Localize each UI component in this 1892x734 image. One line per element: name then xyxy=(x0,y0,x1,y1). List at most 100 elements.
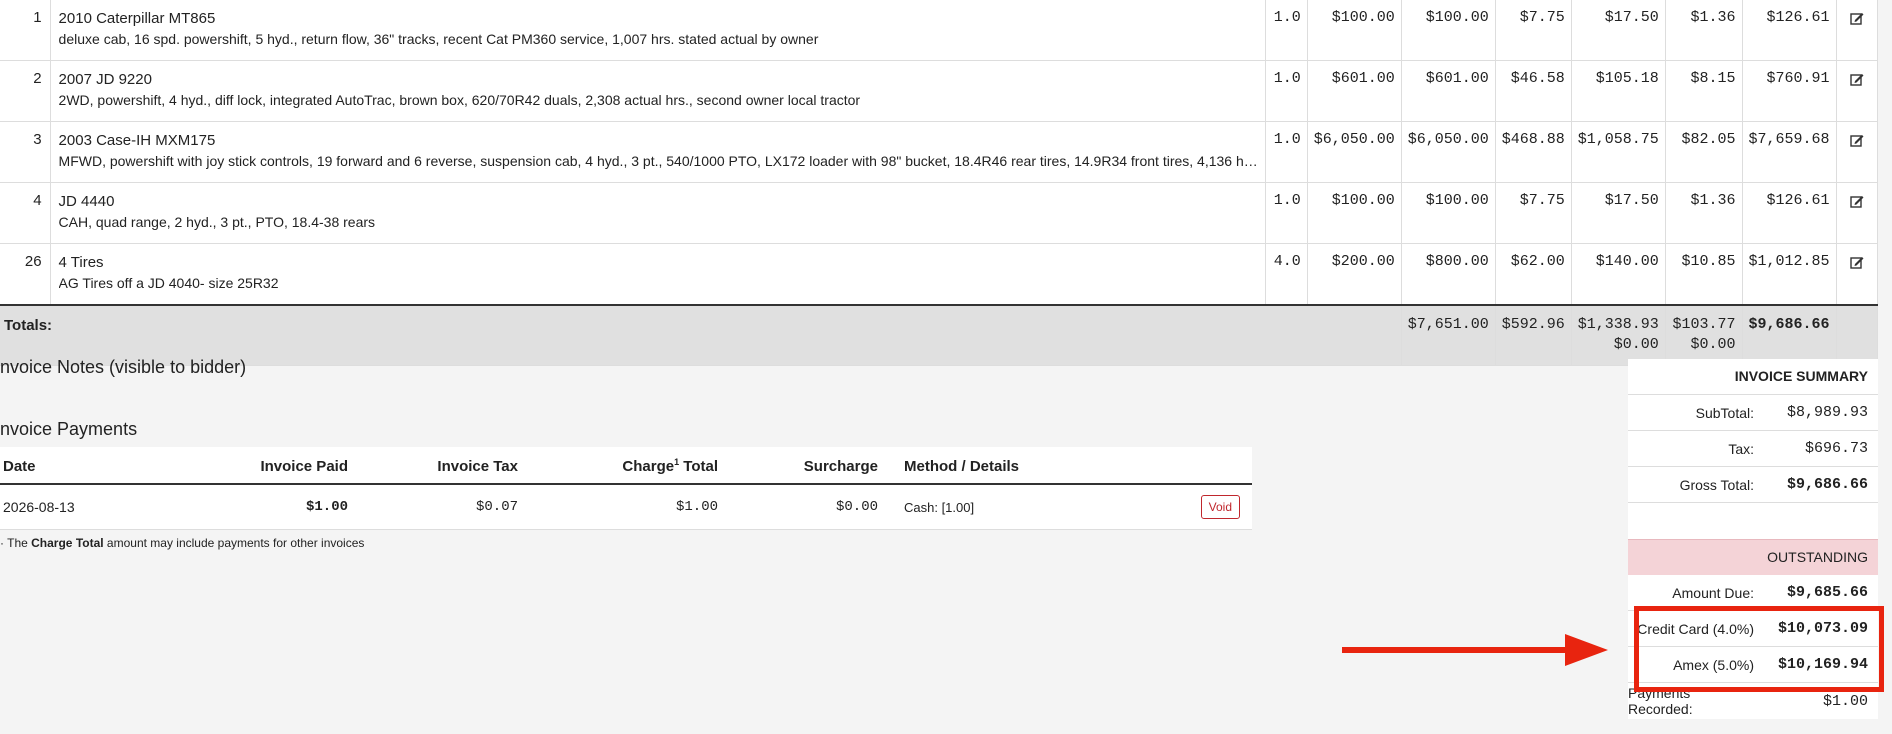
item-title: JD 4440 xyxy=(58,193,115,210)
edit-button[interactable] xyxy=(1836,0,1879,61)
edit-icon xyxy=(1849,74,1865,91)
item-description: 2007 JD 9220 2WD, powershift, 4 hyd., dif… xyxy=(50,60,1266,122)
item-detail: MFWD, powershift with joy stick controls… xyxy=(58,153,1259,169)
outstanding-header: OUTSTANDING xyxy=(1628,539,1878,575)
totals-grand: $9,686.66 xyxy=(1742,304,1837,366)
item-tax: $7.75 xyxy=(1495,0,1572,61)
item-row: 2 2007 JD 9220 2WD, powershift, 4 hyd., di… xyxy=(0,60,1879,122)
item-fee-tax: $10.85 xyxy=(1665,243,1743,306)
arrow-annotation xyxy=(1342,634,1608,666)
item-price: $100.00 xyxy=(1307,0,1402,61)
item-detail: deluxe cab, 16 spd. powershift, 5 hyd., … xyxy=(58,31,819,47)
item-total: $760.91 xyxy=(1742,60,1837,122)
item-description: 4 Tires AG Tires off a JD 4040- size 25R3… xyxy=(50,243,1266,306)
item-title: 2003 Case-IH MXM175 xyxy=(58,132,216,149)
payment-method: Cash: [1.00] xyxy=(890,484,1182,530)
edit-icon xyxy=(1849,135,1865,152)
item-detail: 2WD, powershift, 4 hyd., diff lock, inte… xyxy=(58,92,861,108)
item-qty: 1.0 xyxy=(1265,182,1308,244)
item-tax: $62.00 xyxy=(1495,243,1572,306)
invoice-payments-title: nvoice Payments xyxy=(0,419,138,439)
item-fee: $140.00 xyxy=(1571,243,1666,306)
item-amount: $100.00 xyxy=(1401,0,1496,61)
totals-fee: $1,338.93 $0.00 xyxy=(1571,304,1666,366)
item-row: 3 2003 Case-IH MXM175 MFWD, powershift wit… xyxy=(0,121,1879,183)
invoice-items-table: 1 2010 Caterpillar MT865 deluxe cab, 16 sp… xyxy=(0,0,1879,366)
edit-button[interactable] xyxy=(1836,243,1879,306)
payment-row: 2026-08-13 $1.00 $0.07 $1.00 $0.00 Cash:… xyxy=(0,484,1252,530)
totals-amount: $7,651.00 xyxy=(1401,304,1496,366)
payment-charge: $1.00 xyxy=(530,484,730,530)
void-button[interactable]: Void xyxy=(1200,495,1240,519)
item-fee-tax: $1.36 xyxy=(1665,0,1743,61)
item-number: 3 xyxy=(0,121,51,183)
edit-icon xyxy=(1849,196,1865,213)
item-description: 2010 Caterpillar MT865 deluxe cab, 16 spd… xyxy=(50,0,1266,61)
item-title: 2007 JD 9220 xyxy=(58,71,152,88)
subtotal-row: SubTotal: $8,989.93 xyxy=(1628,395,1878,431)
item-description: JD 4440 CAH, quad range, 2 hyd., 3 pt., P… xyxy=(50,182,1266,244)
payment-paid: $1.00 xyxy=(160,484,360,530)
item-detail: CAH, quad range, 2 hyd., 3 pt., PTO, 18.… xyxy=(58,214,376,230)
summary-title: INVOICE SUMMARY xyxy=(1628,359,1878,395)
item-number: 2 xyxy=(0,60,51,122)
item-qty: 4.0 xyxy=(1265,243,1308,306)
item-amount: $6,050.00 xyxy=(1401,121,1496,183)
item-qty: 1.0 xyxy=(1265,0,1308,61)
edit-button[interactable] xyxy=(1836,182,1879,244)
tax-row: Tax: $696.73 xyxy=(1628,431,1878,467)
item-amount: $100.00 xyxy=(1401,182,1496,244)
payment-date: 2026-08-13 xyxy=(0,484,160,530)
col-method: Method / Details xyxy=(890,447,1182,485)
item-qty: 1.0 xyxy=(1265,60,1308,122)
item-detail: AG Tires off a JD 4040- size 25R32 xyxy=(58,275,279,291)
payment-surcharge: $0.00 xyxy=(730,484,890,530)
item-fee-tax: $8.15 xyxy=(1665,60,1743,122)
item-total: $7,659.68 xyxy=(1742,121,1837,183)
charge-total-footnote: · The Charge Total amount may include pa… xyxy=(0,536,365,550)
item-number: 26 xyxy=(0,243,51,306)
payment-tax: $0.07 xyxy=(360,484,530,530)
item-price: $100.00 xyxy=(1307,182,1402,244)
item-fee: $105.18 xyxy=(1571,60,1666,122)
item-description: 2003 Case-IH MXM175 MFWD, powershift with… xyxy=(50,121,1266,183)
item-fee-tax: $1.36 xyxy=(1665,182,1743,244)
col-invoice-paid: Invoice Paid xyxy=(160,447,360,485)
edit-button[interactable] xyxy=(1836,60,1879,122)
item-title: 4 Tires xyxy=(58,254,104,271)
item-row: 4 JD 4440 CAH, quad range, 2 hyd., 3 pt., … xyxy=(0,182,1879,244)
item-tax: $46.58 xyxy=(1495,60,1572,122)
item-amount: $601.00 xyxy=(1401,60,1496,122)
edit-icon xyxy=(1849,13,1865,30)
item-price: $6,050.00 xyxy=(1307,121,1402,183)
item-qty: 1.0 xyxy=(1265,121,1308,183)
item-row: 26 4 Tires AG Tires off a JD 4040- size 25… xyxy=(0,243,1879,306)
invoice-notes-title: nvoice Notes (visible to bidder) xyxy=(0,357,247,377)
item-fee-tax: $82.05 xyxy=(1665,121,1743,183)
edit-icon xyxy=(1849,257,1865,274)
item-total: $126.61 xyxy=(1742,182,1837,244)
item-fee: $1,058.75 xyxy=(1571,121,1666,183)
item-title: 2010 Caterpillar MT865 xyxy=(58,10,216,27)
item-row: 1 2010 Caterpillar MT865 deluxe cab, 16 sp… xyxy=(0,0,1879,61)
col-date: Date xyxy=(0,447,160,485)
gross-total-row: Gross Total: $9,686.66 xyxy=(1628,467,1878,503)
item-tax: $7.75 xyxy=(1495,182,1572,244)
item-price: $601.00 xyxy=(1307,60,1402,122)
payments-table: Date Invoice Paid Invoice Tax Charge1 To… xyxy=(0,447,1252,530)
item-number: 4 xyxy=(0,182,51,244)
col-charge-total: Charge1 Total xyxy=(530,447,730,485)
highlight-box xyxy=(1634,606,1884,692)
item-price: $200.00 xyxy=(1307,243,1402,306)
item-tax: $468.88 xyxy=(1495,121,1572,183)
item-number: 1 xyxy=(0,0,51,61)
col-surcharge: Surcharge xyxy=(730,447,890,485)
item-fee: $17.50 xyxy=(1571,0,1666,61)
item-total: $1,012.85 xyxy=(1742,243,1837,306)
item-fee: $17.50 xyxy=(1571,182,1666,244)
edit-button[interactable] xyxy=(1836,121,1879,183)
totals-row: Totals: $7,651.00 $592.96 $1,338.93 $0.00 $10… xyxy=(0,304,1879,366)
totals-tax: $592.96 xyxy=(1495,304,1572,366)
item-total: $126.61 xyxy=(1742,0,1837,61)
col-invoice-tax: Invoice Tax xyxy=(360,447,530,485)
